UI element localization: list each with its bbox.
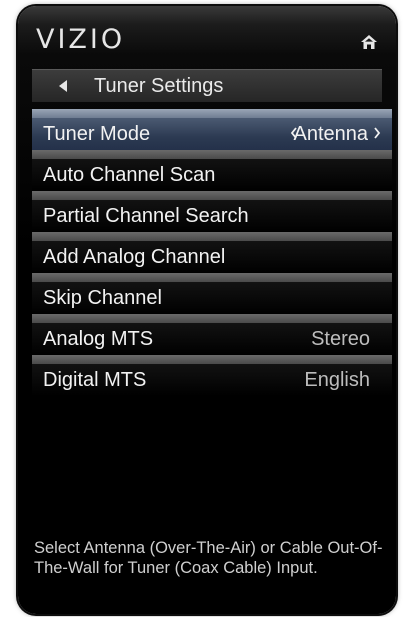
menu-item-tuner-mode[interactable]: Tuner Mode Antenna [32,109,392,150]
menu-separator [32,232,392,241]
menu-item-value: English [304,369,370,391]
tv-menu-panel: VIZIO Tuner Settings Tuner Mode Antenna … [18,6,396,614]
home-icon[interactable] [360,34,378,50]
menu-separator [32,191,392,200]
menu-item-partial-channel-search[interactable]: Partial Channel Search [32,191,392,232]
menu-item-value: Stereo [311,328,370,350]
menu-item-digital-mts[interactable]: Digital MTS English [32,355,392,396]
menu-separator [32,355,392,364]
tuner-settings-menu: Tuner Mode Antenna Auto Channel Scan Par… [32,109,392,396]
menu-item-label: Digital MTS [43,369,147,391]
menu-item-label: Tuner Mode [43,123,151,145]
help-text: Select Antenna (Over-The-Air) or Cable O… [34,539,383,577]
menu-item-auto-channel-scan[interactable]: Auto Channel Scan [32,150,392,191]
menu-item-label: Auto Channel Scan [43,164,216,186]
menu-header: Tuner Settings [32,69,382,102]
menu-separator [32,273,392,282]
vizio-logo: VIZIO [36,24,126,55]
back-triangle-icon[interactable] [59,80,67,92]
menu-item-label: Skip Channel [43,287,162,309]
menu-item-label: Analog MTS [43,328,154,350]
menu-item-analog-mts[interactable]: Analog MTS Stereo [32,314,392,355]
menu-item-add-analog-channel[interactable]: Add Analog Channel [32,232,392,273]
chevron-right-icon[interactable] [372,125,382,141]
menu-title: Tuner Settings [94,75,224,97]
menu-item-label: Partial Channel Search [43,205,249,227]
menu-item-skip-channel[interactable]: Skip Channel [32,273,392,314]
menu-item-value: Antenna [293,123,368,145]
menu-item-label: Add Analog Channel [43,246,226,268]
menu-separator [32,109,392,118]
brand-bar: VIZIO [18,6,396,62]
menu-separator [32,150,392,159]
menu-separator [32,314,392,323]
